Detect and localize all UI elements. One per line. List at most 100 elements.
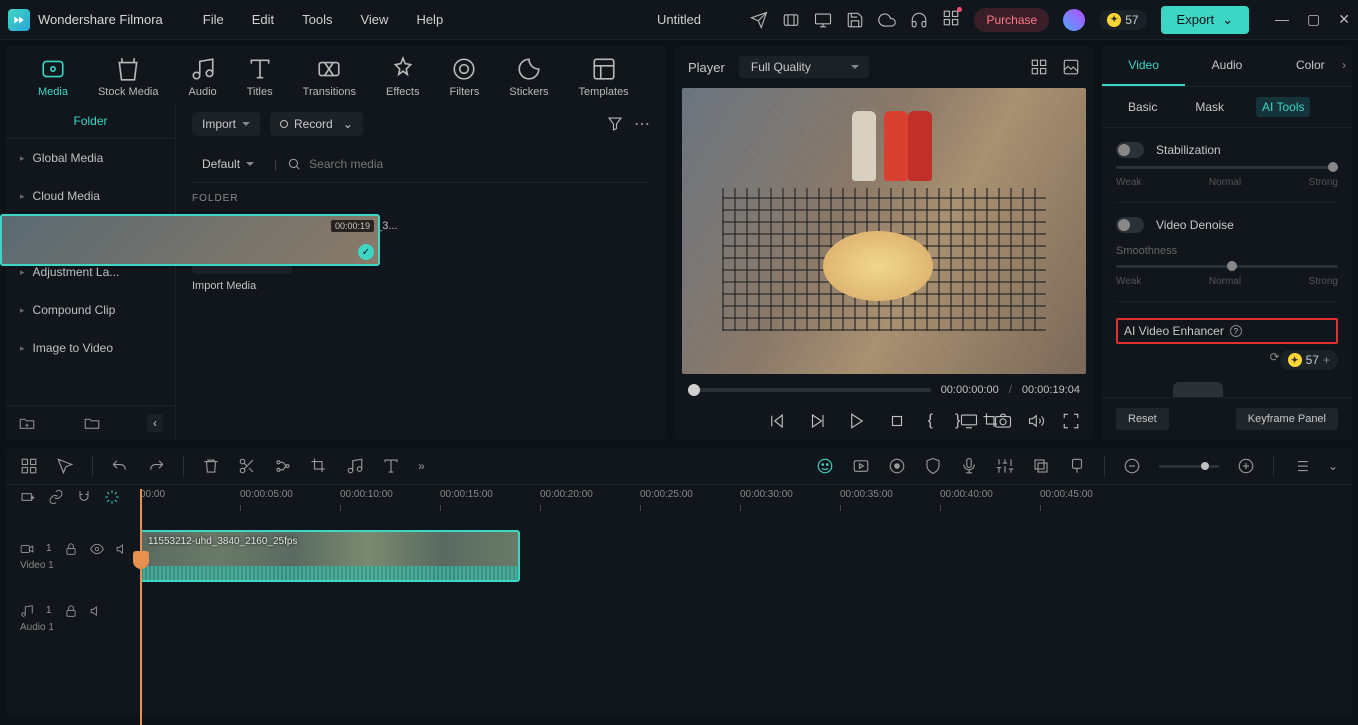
redo-icon[interactable] (147, 457, 165, 475)
tab-effects[interactable]: Effects (386, 56, 419, 98)
sidebar-item-compound-clip[interactable]: Compound Clip (6, 291, 175, 329)
maximize-button[interactable]: ▢ (1307, 11, 1320, 28)
display-icon[interactable] (960, 412, 978, 430)
sidebar-item-global-media[interactable]: Global Media (6, 139, 175, 177)
sort-dropdown[interactable]: Default (192, 152, 264, 176)
enhancer-credits[interactable]: ✦57+ (1280, 350, 1338, 370)
prop-tab-audio[interactable]: Audio (1185, 46, 1268, 86)
lock-icon[interactable] (64, 542, 78, 556)
mute-icon[interactable] (116, 542, 130, 556)
search-input[interactable] (309, 157, 650, 171)
reset-button[interactable]: Reset (1116, 408, 1169, 430)
purchase-button[interactable]: Purchase (974, 8, 1049, 32)
delete-icon[interactable] (202, 457, 220, 475)
apps-icon[interactable] (942, 9, 960, 30)
link-icon[interactable] (48, 489, 64, 505)
record-tl-icon[interactable] (888, 457, 906, 475)
subtab-mask[interactable]: Mask (1189, 97, 1230, 117)
credits-pill[interactable]: ✦57 (1099, 10, 1146, 30)
timeline-options-icon[interactable]: ⌄ (1328, 459, 1338, 473)
image-icon[interactable] (1062, 58, 1080, 76)
menu-tools[interactable]: Tools (302, 12, 332, 27)
zoom-slider[interactable] (1159, 465, 1219, 468)
save-icon[interactable] (846, 11, 864, 29)
smoothness-slider[interactable] (1116, 265, 1338, 268)
sidebar-item-cloud-media[interactable]: Cloud Media (6, 177, 175, 215)
fullscreen-icon[interactable] (1062, 412, 1080, 430)
monitor-icon[interactable] (814, 11, 832, 29)
sidebar-item-image-to-video[interactable]: Image to Video (6, 329, 175, 367)
import-dropdown[interactable]: Import (192, 112, 260, 136)
send-icon[interactable] (750, 11, 768, 29)
prop-tab-color[interactable]: Color (1269, 46, 1352, 86)
preview-scrubber[interactable] (688, 388, 931, 392)
select-tool-icon[interactable] (20, 457, 38, 475)
record-button[interactable]: Record⌄ (270, 112, 363, 136)
headphones-icon[interactable] (910, 11, 928, 29)
music-icon[interactable] (346, 457, 364, 475)
stabilization-toggle[interactable] (1116, 142, 1144, 158)
undo-icon[interactable] (111, 457, 129, 475)
keyframe-panel-button[interactable]: Keyframe Panel (1236, 408, 1338, 430)
filter-icon[interactable] (606, 115, 624, 133)
tab-stickers[interactable]: Stickers (509, 56, 548, 98)
snapshot-icon[interactable] (994, 412, 1012, 430)
crop-tool-icon[interactable] (310, 457, 328, 475)
prev-frame-icon[interactable] (768, 412, 786, 430)
tab-templates[interactable]: Templates (579, 56, 629, 98)
timeline-ruler[interactable]: 00:0000:00:05:0000:00:10:0000:00:15:0000… (140, 489, 1338, 525)
tab-transitions[interactable]: Transitions (303, 56, 356, 98)
subtab-basic[interactable]: Basic (1122, 97, 1163, 117)
help-icon[interactable]: ? (1230, 325, 1242, 337)
library-icon[interactable] (782, 11, 800, 29)
cut-icon[interactable] (238, 457, 256, 475)
share-icon[interactable] (852, 457, 870, 475)
tab-media[interactable]: Media (38, 56, 68, 98)
more-icon[interactable]: ⋯ (634, 114, 650, 134)
mark-in-icon[interactable]: { (928, 412, 933, 430)
menu-file[interactable]: File (203, 12, 224, 27)
split-icon[interactable] (274, 457, 292, 475)
avatar[interactable] (1063, 9, 1085, 31)
eye-icon[interactable] (90, 542, 104, 556)
marker-icon[interactable] (1068, 457, 1086, 475)
quality-dropdown[interactable]: Full Quality (739, 56, 869, 78)
play-pause-icon[interactable] (808, 412, 826, 430)
media-clip-thumbnail[interactable]: 00:00:19 ✓ (0, 214, 380, 266)
minimize-button[interactable]: — (1275, 11, 1289, 28)
zoom-out-icon[interactable] (1123, 457, 1141, 475)
denoise-toggle[interactable] (1116, 217, 1144, 233)
subtab-ai-tools[interactable]: AI Tools (1256, 97, 1310, 117)
collapse-sidebar-button[interactable]: ‹ (147, 414, 163, 432)
prop-tab-video[interactable]: Video (1102, 46, 1185, 86)
new-folder-icon[interactable] (18, 414, 36, 432)
folder-icon[interactable] (83, 414, 101, 432)
cloud-icon[interactable] (878, 11, 896, 29)
more-tools-icon[interactable]: » (418, 459, 425, 473)
timeline-clip[interactable]: 11553212-uhd_3840_2160_25fps (140, 530, 520, 582)
shield-icon[interactable] (924, 457, 942, 475)
refresh-icon[interactable]: ⟳ (1270, 350, 1280, 364)
lock-icon[interactable] (64, 604, 78, 618)
menu-view[interactable]: View (360, 12, 388, 27)
magnet-icon[interactable] (76, 489, 92, 505)
track-add-icon[interactable] (20, 489, 36, 505)
cursor-icon[interactable] (56, 457, 74, 475)
chevron-right-icon[interactable]: › (1342, 58, 1346, 72)
tab-audio[interactable]: Audio (189, 56, 217, 98)
layers-icon[interactable] (1032, 457, 1050, 475)
menu-help[interactable]: Help (416, 12, 443, 27)
export-button[interactable]: Export⌄ (1161, 6, 1249, 34)
stop-icon[interactable] (888, 412, 906, 430)
zoom-in-icon[interactable] (1237, 457, 1255, 475)
tab-filters[interactable]: Filters (449, 56, 479, 98)
menu-edit[interactable]: Edit (252, 12, 274, 27)
stabilization-slider[interactable] (1116, 166, 1338, 169)
preview-canvas[interactable] (682, 88, 1086, 374)
tab-titles[interactable]: Titles (247, 56, 273, 98)
list-icon[interactable] (1292, 457, 1310, 475)
tab-stock-media[interactable]: Stock Media (98, 56, 159, 98)
playhead[interactable] (140, 489, 142, 725)
ai-assist-icon[interactable] (816, 457, 834, 475)
mic-icon[interactable] (960, 457, 978, 475)
